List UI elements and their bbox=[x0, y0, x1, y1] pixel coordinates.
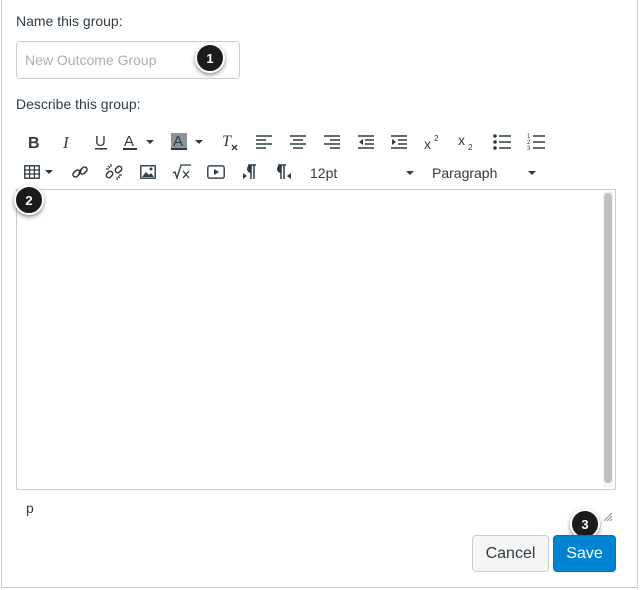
chevron-down-icon bbox=[406, 171, 414, 175]
align-center-button[interactable] bbox=[286, 129, 310, 155]
align-left-icon bbox=[256, 135, 272, 149]
subscript-icon: x2 bbox=[458, 133, 473, 151]
svg-text:x: x bbox=[424, 136, 431, 150]
indent-icon bbox=[391, 135, 407, 149]
image-button[interactable] bbox=[136, 159, 160, 185]
font-size-select[interactable]: 12pt bbox=[310, 162, 414, 184]
ltr-icon bbox=[243, 164, 256, 179]
bullet-list-icon bbox=[493, 134, 511, 150]
chevron-down-icon bbox=[45, 170, 53, 174]
link-button[interactable] bbox=[68, 159, 92, 185]
chevron-down-icon bbox=[528, 171, 536, 175]
align-left-button[interactable] bbox=[252, 129, 276, 155]
font-size-value: 12pt bbox=[310, 165, 338, 181]
equation-button[interactable] bbox=[170, 159, 194, 185]
numbered-list-icon: 123 bbox=[527, 134, 545, 151]
svg-text:x: x bbox=[458, 133, 465, 148]
align-right-button[interactable] bbox=[320, 129, 344, 155]
image-icon bbox=[140, 165, 156, 179]
svg-text:T: T bbox=[222, 133, 232, 150]
align-right-icon bbox=[324, 135, 340, 149]
background-color-button[interactable]: A bbox=[171, 129, 211, 155]
save-button[interactable]: Save bbox=[553, 535, 616, 572]
outdent-icon bbox=[358, 135, 374, 149]
clear-formatting-icon: T bbox=[222, 133, 238, 151]
svg-text:3: 3 bbox=[527, 146, 531, 151]
unlink-icon bbox=[105, 164, 123, 180]
italic-button[interactable]: I bbox=[56, 129, 80, 155]
describe-label: Describe this group: bbox=[16, 96, 141, 112]
block-format-value: Paragraph bbox=[432, 165, 498, 181]
underline-icon: U bbox=[95, 133, 107, 150]
name-label: Name this group: bbox=[16, 13, 123, 29]
superscript-button[interactable]: x2 bbox=[421, 129, 445, 155]
resize-handle-icon[interactable] bbox=[603, 512, 613, 522]
cancel-button[interactable]: Cancel bbox=[472, 535, 549, 572]
text-color-button[interactable]: A bbox=[122, 129, 162, 155]
indent-button[interactable] bbox=[387, 129, 411, 155]
superscript-icon: x2 bbox=[424, 134, 439, 150]
clear-formatting-button[interactable]: T bbox=[218, 129, 242, 155]
chevron-down-icon bbox=[146, 140, 154, 144]
rtl-button[interactable] bbox=[272, 159, 296, 185]
media-icon bbox=[207, 165, 225, 179]
bullet-list-button[interactable] bbox=[490, 129, 514, 155]
underline-button[interactable]: U bbox=[89, 129, 113, 155]
background-color-icon: A bbox=[171, 133, 187, 150]
outdent-button[interactable] bbox=[354, 129, 378, 155]
text-color-icon: A bbox=[123, 133, 137, 150]
bold-icon: B bbox=[28, 135, 40, 150]
callout-badge-2: 2 bbox=[14, 185, 44, 215]
callout-badge-1: 1 bbox=[195, 43, 225, 73]
chevron-down-icon bbox=[195, 140, 203, 144]
italic-icon: I bbox=[62, 134, 70, 150]
editor-scrollbar-thumb[interactable] bbox=[604, 193, 612, 483]
block-format-select[interactable]: Paragraph bbox=[432, 162, 536, 184]
description-editor[interactable] bbox=[16, 189, 616, 490]
table-icon bbox=[24, 165, 40, 179]
align-center-icon bbox=[290, 135, 306, 149]
svg-text:U: U bbox=[95, 133, 106, 150]
bold-button[interactable]: B bbox=[22, 129, 46, 155]
svg-text:2: 2 bbox=[468, 143, 473, 151]
link-icon bbox=[72, 166, 88, 178]
svg-text:A: A bbox=[173, 133, 183, 150]
svg-text:A: A bbox=[124, 133, 134, 150]
ltr-button[interactable] bbox=[238, 159, 262, 185]
unlink-button[interactable] bbox=[102, 159, 126, 185]
media-button[interactable] bbox=[204, 159, 228, 185]
numbered-list-button[interactable]: 123 bbox=[524, 129, 548, 155]
table-button[interactable] bbox=[24, 159, 58, 185]
svg-text:I: I bbox=[62, 134, 70, 150]
equation-icon bbox=[172, 164, 191, 180]
rtl-icon bbox=[277, 164, 291, 179]
element-path: p bbox=[26, 500, 34, 516]
svg-text:2: 2 bbox=[434, 134, 439, 143]
svg-text:B: B bbox=[28, 135, 40, 150]
subscript-button[interactable]: x2 bbox=[455, 129, 479, 155]
